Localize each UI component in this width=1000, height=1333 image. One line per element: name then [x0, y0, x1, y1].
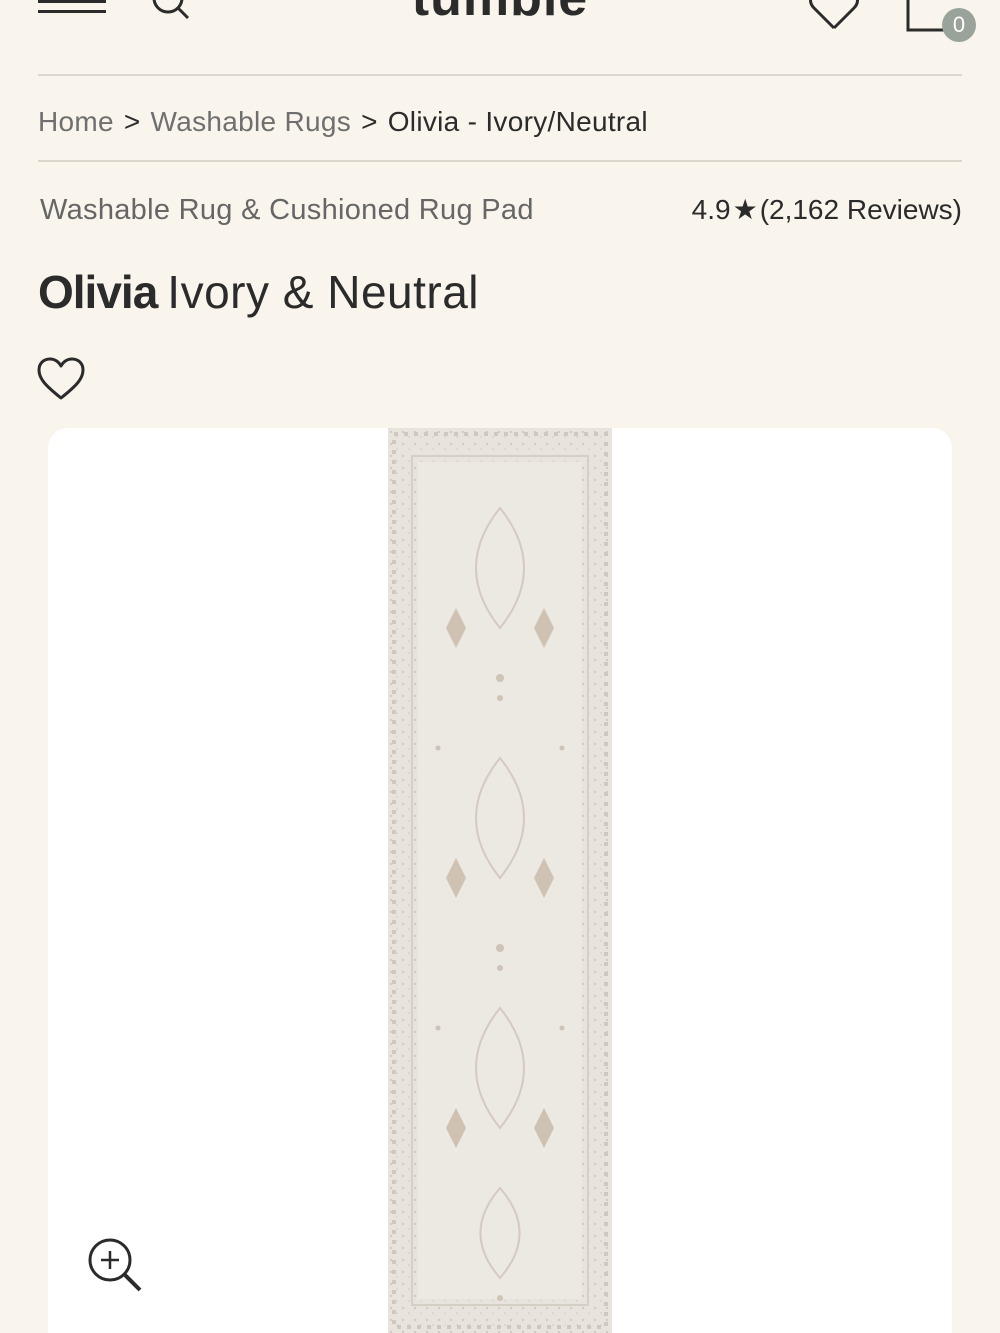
- breadcrumb-divider: [38, 160, 962, 162]
- rug-image: [388, 428, 612, 1333]
- product-subtitle: Washable Rug & Cushioned Rug Pad: [40, 194, 534, 226]
- site-header: tumble 0: [0, 0, 1000, 76]
- breadcrumb-current: Olivia - Ivory/Neutral: [387, 106, 648, 137]
- product-rating[interactable]: 4.9★(2,162 Reviews): [692, 190, 962, 230]
- cart-count-badge: 0: [942, 8, 976, 42]
- zoom-in-icon[interactable]: [86, 1236, 146, 1296]
- menu-icon[interactable]: [38, 0, 108, 16]
- rating-value: 4.9: [691, 194, 731, 225]
- breadcrumb-separator: >: [123, 106, 141, 137]
- breadcrumb: Home > Washable Rugs > Olivia - Ivory/Neutra…: [38, 102, 648, 142]
- product-variant: Ivory & Neutral: [167, 266, 480, 318]
- search-icon[interactable]: [148, 0, 192, 24]
- review-count[interactable]: (2,162 Reviews): [760, 194, 962, 225]
- product-image-card[interactable]: [48, 428, 952, 1333]
- breadcrumb-separator: >: [361, 106, 378, 137]
- logo[interactable]: tumble: [380, 0, 620, 24]
- header-divider: [38, 74, 962, 76]
- heart-icon[interactable]: [808, 0, 860, 32]
- heart-icon[interactable]: [36, 356, 86, 402]
- product-title: Olivia Ivory & Neutral: [38, 262, 479, 322]
- star-icon: ★: [732, 194, 758, 225]
- product-name: Olivia: [38, 266, 158, 318]
- breadcrumb-washable-rugs[interactable]: Washable Rugs: [151, 106, 352, 137]
- breadcrumb-home[interactable]: Home: [38, 106, 114, 137]
